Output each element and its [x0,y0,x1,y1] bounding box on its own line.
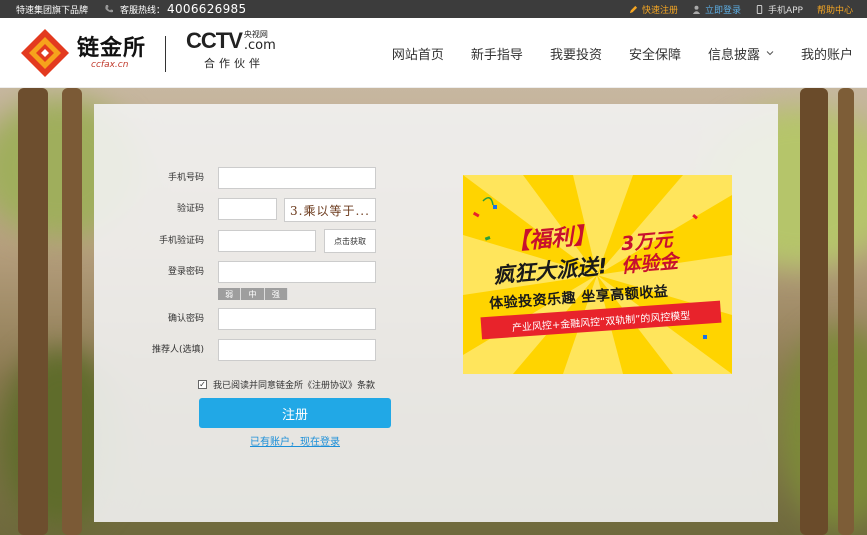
captcha-text: 3.乘以等于... [290,203,370,218]
nav-account[interactable]: 我的账户 [801,44,853,63]
login-label-top: 立即登录 [704,5,741,16]
cctv-com-label: .com [243,38,276,53]
promo-banner[interactable]: 【福利】 3万元 疯狂大派送! 体验金 体验投资乐趣 坐享高额收益 产业风控+金… [463,175,732,374]
mobile-app-label: 手机APP [767,5,803,16]
existing-account-login-link[interactable]: 已有账户，现在登录 [250,433,340,448]
nav-security[interactable]: 安全保障 [629,44,681,63]
sms-code-input[interactable] [218,230,316,252]
nav-disclosure[interactable]: 信息披露 [708,44,774,63]
captcha-image[interactable]: 3.乘以等于... [284,198,376,222]
help-center-link[interactable]: 帮助中心 [817,3,853,16]
referrer-input[interactable] [218,339,376,361]
user-icon [692,5,701,14]
strength-medium: 中 [241,288,265,300]
tree-trunk [62,88,82,535]
quick-register-label: 快速注册 [641,5,678,16]
strength-strong: 强 [264,288,288,300]
hotline: 客服热线： 4006626985 [104,2,246,16]
tree-trunk [18,88,48,535]
captcha-input[interactable] [218,198,277,220]
nav-guide[interactable]: 新手指导 [471,44,523,63]
banner-experience-fund: 体验金 [620,250,679,278]
confirm-password-label: 确认密码 [167,314,204,324]
chevron-down-icon [766,51,774,56]
sms-code-label: 手机验证码 [158,236,204,246]
partner-label: 合作伙伴 [204,57,264,70]
agree-checkbox[interactable]: ✓ [198,380,207,389]
register-panel: 手机号码 验证码 3.乘以等于... 手机验证码 点击获取 登录密码 弱 中 强… [94,104,778,522]
tree-trunk [838,88,854,535]
login-link-top[interactable]: 立即登录 [692,3,741,16]
password-label: 登录密码 [167,267,204,277]
help-center-label: 帮助中心 [816,5,853,16]
nav-disclosure-label: 信息披露 [707,47,760,63]
cctv-partner-logo: CCTV 央视网 .com 合作伙伴 [186,30,286,76]
nav-home[interactable]: 网站首页 [392,44,444,63]
get-sms-code-button[interactable]: 点击获取 [324,229,376,253]
main-nav: 网站首页 新手指导 我要投资 安全保障 信息披露 我的账户 [365,18,853,88]
tree-trunk [800,88,828,535]
pencil-icon [629,5,638,13]
password-strength-meter: 弱 中 强 [218,288,288,300]
top-bar: 特速集团旗下品牌 客服热线： 4006626985 快速注册 立即登录 手机AP… [0,0,867,18]
password-input[interactable] [218,261,376,283]
captcha-label: 验证码 [176,204,204,214]
agree-text[interactable]: 我已阅读并同意链金所《注册协议》条款 [213,378,375,391]
logo-domain: ccfax.cn [91,60,129,70]
phone-input[interactable] [218,167,376,189]
referrer-label: 推荐人(选填) [151,345,204,355]
nav-invest[interactable]: 我要投资 [550,44,602,63]
logo-name: 链金所 [77,35,147,61]
quick-register-link[interactable]: 快速注册 [629,3,678,16]
mobile-icon [756,4,763,14]
site-logo[interactable]: 链金所 ccfax.cn [19,26,149,80]
agreement-row: ✓ 我已阅读并同意链金所《注册协议》条款 [198,378,375,391]
brand-tagline: 特速集团旗下品牌 [16,5,89,16]
strength-weak: 弱 [218,288,242,300]
cctv-wordmark: CCTV [186,28,243,53]
phone-icon [105,5,114,13]
mobile-app-link[interactable]: 手机APP [755,3,803,16]
phone-label: 手机号码 [167,173,204,183]
site-header: 链金所 ccfax.cn CCTV 央视网 .com 合作伙伴 网站首页 新手指… [0,18,867,88]
hotline-number: 4006626985 [167,2,247,16]
hotline-label: 客服热线： [120,5,166,16]
register-button[interactable]: 注册 [199,398,391,428]
confirm-password-input[interactable] [218,308,376,330]
logo-divider [165,36,166,72]
logo-diamond-icon [21,29,69,77]
